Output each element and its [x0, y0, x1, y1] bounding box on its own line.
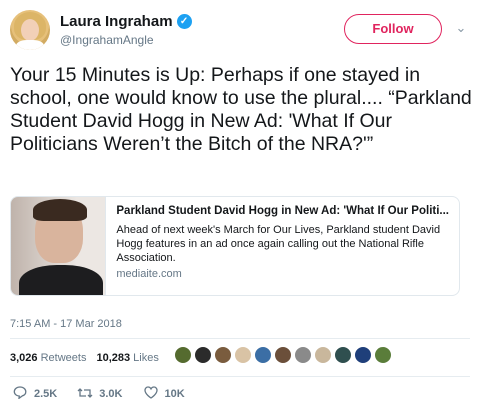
card-description: Ahead of next week's March for Our Lives… [116, 224, 441, 264]
link-card[interactable]: Parkland Student David Hogg in New Ad: '… [10, 196, 460, 296]
reply-button[interactable]: 2.5K [12, 386, 57, 402]
author-avatar[interactable] [10, 10, 50, 50]
card-title: Parkland Student David Hogg in New Ad: '… [116, 205, 449, 217]
tweet-stats: 3,026 Retweets 10,283 Likes [10, 348, 169, 368]
likes-label: Likes [133, 352, 159, 364]
tweet-text: Your 15 Minutes is Up: Perhaps if one st… [10, 64, 472, 155]
likes-count: 10,283 [96, 352, 131, 364]
tweet-actions: 2.5K 3.0K 10K [12, 386, 205, 402]
tweet-timestamp[interactable]: 7:15 AM - 17 Mar 2018 [10, 318, 122, 330]
liker-avatar[interactable] [314, 346, 332, 364]
author-name-row[interactable]: Laura Ingraham ✓ [60, 13, 192, 30]
liker-avatar[interactable] [294, 346, 312, 364]
like-count: 10K [164, 388, 185, 400]
liker-avatar[interactable] [374, 346, 392, 364]
liker-avatar[interactable] [174, 346, 192, 364]
tweet-header: Laura Ingraham ✓ @IngrahamAngle Follow ⌄ [10, 8, 470, 52]
author-name[interactable]: Laura Ingraham [60, 13, 173, 30]
retweet-icon [77, 387, 93, 402]
retweet-count: 3.0K [99, 388, 123, 400]
reply-icon [12, 386, 28, 402]
verified-badge-icon: ✓ [176, 14, 192, 29]
divider [10, 338, 470, 339]
liker-avatar[interactable] [214, 346, 232, 364]
follow-button[interactable]: Follow [344, 14, 442, 44]
chevron-down-icon[interactable]: ⌄ [453, 20, 469, 36]
card-domain: mediaite.com [116, 268, 182, 280]
author-handle[interactable]: @IngrahamAngle [60, 33, 154, 47]
like-button[interactable]: 10K [143, 386, 185, 402]
card-thumbnail [11, 197, 107, 295]
retweets-stat[interactable]: 3,026 Retweets [10, 352, 86, 364]
divider [10, 376, 470, 377]
liker-avatar[interactable] [354, 346, 372, 364]
likes-stat[interactable]: 10,283 Likes [96, 352, 158, 364]
retweets-count: 3,026 [10, 352, 38, 364]
reply-count: 2.5K [34, 388, 58, 400]
retweet-button[interactable]: 3.0K [77, 387, 123, 402]
heart-icon [143, 386, 159, 402]
liker-avatar[interactable] [254, 346, 272, 364]
liker-avatars [174, 346, 392, 364]
liker-avatar[interactable] [234, 346, 252, 364]
retweets-label: Retweets [40, 352, 87, 364]
liker-avatar[interactable] [194, 346, 212, 364]
liker-avatar[interactable] [274, 346, 292, 364]
liker-avatar[interactable] [334, 346, 352, 364]
